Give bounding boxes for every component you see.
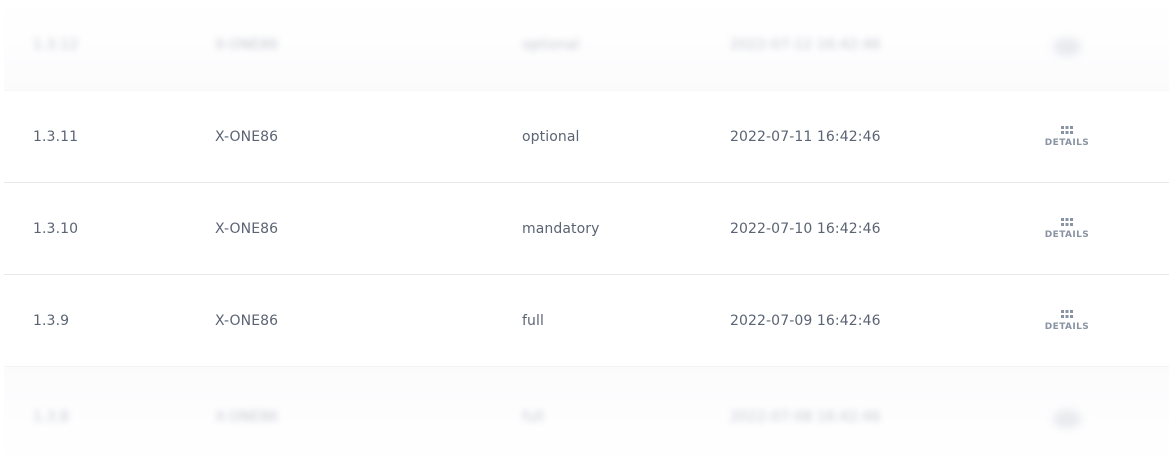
device-cell: X-ONE86 xyxy=(215,128,279,145)
date-cell: 2022-07-11 16:42:46 xyxy=(730,128,881,145)
device-cell: X-ONE86 xyxy=(215,37,279,53)
details-label: DETAILS xyxy=(1044,229,1090,240)
table-row: 1.3.9 X-ONE86 full 2022-07-09 16:42:46 D… xyxy=(4,275,1169,367)
details-button[interactable]: DETAILS xyxy=(1034,217,1100,240)
table-row: 1.3.11 X-ONE86 optional 2022-07-11 16:42… xyxy=(4,91,1169,183)
device-cell: X-ONE86 xyxy=(215,312,279,329)
type-cell: optional xyxy=(522,128,580,145)
grid-icon xyxy=(1053,410,1081,428)
details-button[interactable]: DETAILS xyxy=(1034,125,1100,148)
details-button[interactable] xyxy=(1034,29,1100,61)
type-cell: optional xyxy=(522,37,580,53)
device-cell: X-ONE86 xyxy=(215,409,279,425)
details-button[interactable] xyxy=(1034,401,1100,433)
details-button[interactable]: DETAILS xyxy=(1034,309,1100,332)
versions-table: 1.3.12 X-ONE86 optional 2022-07-12 16:42… xyxy=(4,0,1169,467)
version-cell: 1.3.10 xyxy=(33,220,79,237)
details-label: DETAILS xyxy=(1044,321,1090,332)
version-cell: 1.3.11 xyxy=(33,128,79,145)
grid-icon xyxy=(1061,309,1073,318)
date-cell: 2022-07-09 16:42:46 xyxy=(730,312,881,329)
table-row: 1.3.12 X-ONE86 optional 2022-07-12 16:42… xyxy=(4,0,1169,91)
version-cell: 1.3.9 xyxy=(33,312,70,329)
table-row: 1.3.10 X-ONE86 mandatory 2022-07-10 16:4… xyxy=(4,183,1169,275)
grid-icon xyxy=(1053,38,1081,56)
details-label: DETAILS xyxy=(1044,137,1090,148)
table-row: 1.3.8 X-ONE86 full 2022-07-08 16:42:46 xyxy=(4,367,1169,467)
type-cell: full xyxy=(522,312,544,329)
type-cell: mandatory xyxy=(522,220,600,237)
type-cell: full xyxy=(522,409,544,425)
grid-icon xyxy=(1061,217,1073,226)
date-cell: 2022-07-10 16:42:46 xyxy=(730,220,881,237)
date-cell: 2022-07-12 16:42:46 xyxy=(730,37,881,53)
device-cell: X-ONE86 xyxy=(215,220,279,237)
grid-icon xyxy=(1061,125,1073,134)
version-cell: 1.3.8 xyxy=(33,409,70,425)
date-cell: 2022-07-08 16:42:46 xyxy=(730,409,881,425)
version-cell: 1.3.12 xyxy=(33,37,79,53)
